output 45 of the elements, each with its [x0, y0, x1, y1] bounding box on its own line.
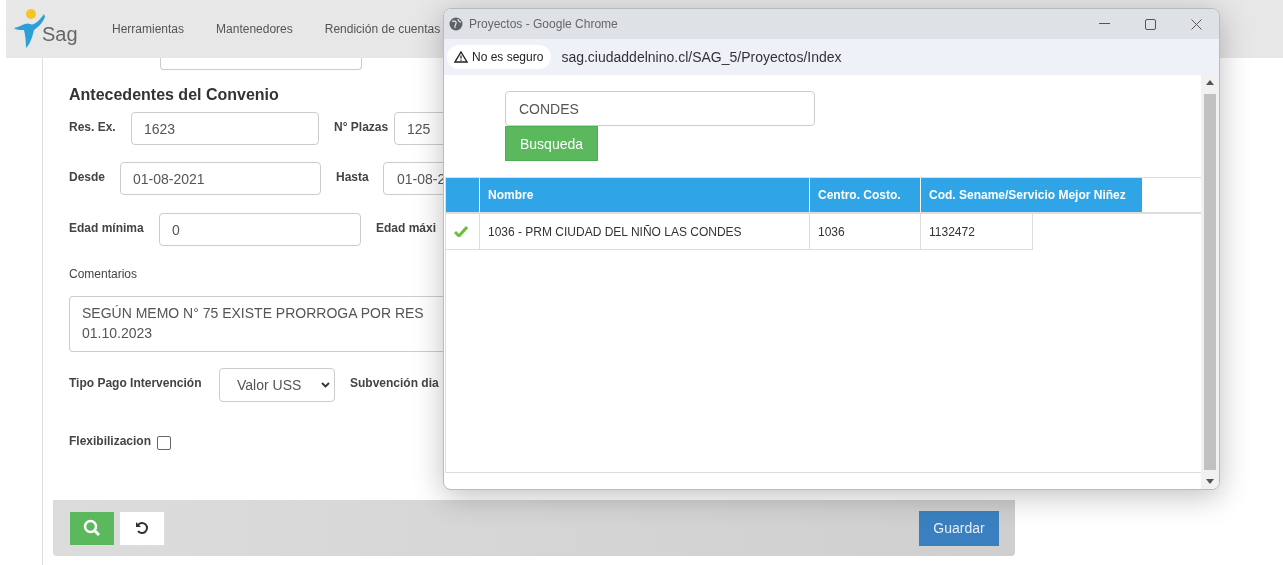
scrollbar[interactable]	[1201, 75, 1219, 489]
save-button[interactable]: Guardar	[919, 510, 999, 546]
select-cell[interactable]	[446, 214, 480, 250]
field-label: Res. Ex.	[69, 120, 117, 134]
field-label: Comentarios	[69, 267, 139, 281]
chevron-down-icon	[321, 382, 330, 388]
field-label: Tipo Pago Intervención	[69, 376, 203, 390]
header-cell: Centro. Costo.	[810, 178, 921, 212]
text-field[interactable]: 01-08-2021	[120, 162, 321, 195]
close-icon	[1190, 18, 1202, 30]
nav-link[interactable]: Mantenedores	[200, 22, 309, 36]
brand-name: Sag	[42, 23, 78, 46]
search-field[interactable]: CONDES	[505, 91, 815, 126]
table-cell: 1132472	[921, 214, 1033, 250]
section-heading: Antecedentes del Convenio	[69, 86, 280, 104]
field-label: Edad mínima	[69, 221, 145, 235]
field-label: Desde	[69, 170, 107, 184]
header-cell: Cod. Sename/Servicio Mejor Niñez	[921, 178, 1143, 212]
table-cell: 1036	[810, 214, 921, 250]
text-field[interactable]: 0	[159, 213, 361, 246]
field-label: N° Plazas	[334, 120, 390, 134]
window-title: Proyectos - Google Chrome	[469, 17, 618, 31]
field-label: Hasta	[336, 170, 370, 184]
scroll-down-icon[interactable]	[1206, 479, 1214, 484]
checkbox[interactable]	[157, 436, 171, 450]
text-field[interactable]: 1623	[131, 112, 319, 145]
minimize-icon	[1098, 23, 1110, 25]
reset-button[interactable]	[119, 510, 165, 546]
search-icon	[83, 519, 101, 537]
field-label: Flexibilizacion	[69, 434, 153, 448]
scroll-up-icon[interactable]	[1206, 80, 1214, 85]
maximize-icon	[1144, 18, 1156, 30]
undo-icon	[135, 521, 149, 535]
nav-link[interactable]: Herramientas	[96, 22, 201, 36]
url-text[interactable]: sag.ciudaddelnino.cl/SAG_5/Proyectos/Index	[561, 49, 842, 65]
warning-icon	[454, 51, 468, 63]
security-chip[interactable]: No es seguro	[447, 45, 552, 69]
table-cell: 1036 - PRM CIUDAD DEL NIÑO LAS CONDES	[480, 214, 810, 250]
text-field[interactable]	[160, 58, 362, 70]
field-label: Edad máxi	[376, 221, 437, 235]
header-cell	[446, 178, 480, 212]
header-cell: Nombre	[480, 178, 810, 212]
check-icon	[454, 226, 468, 237]
payment-type-select[interactable]: Valor USS	[219, 368, 335, 402]
field-label: Subvención dia	[350, 376, 440, 390]
